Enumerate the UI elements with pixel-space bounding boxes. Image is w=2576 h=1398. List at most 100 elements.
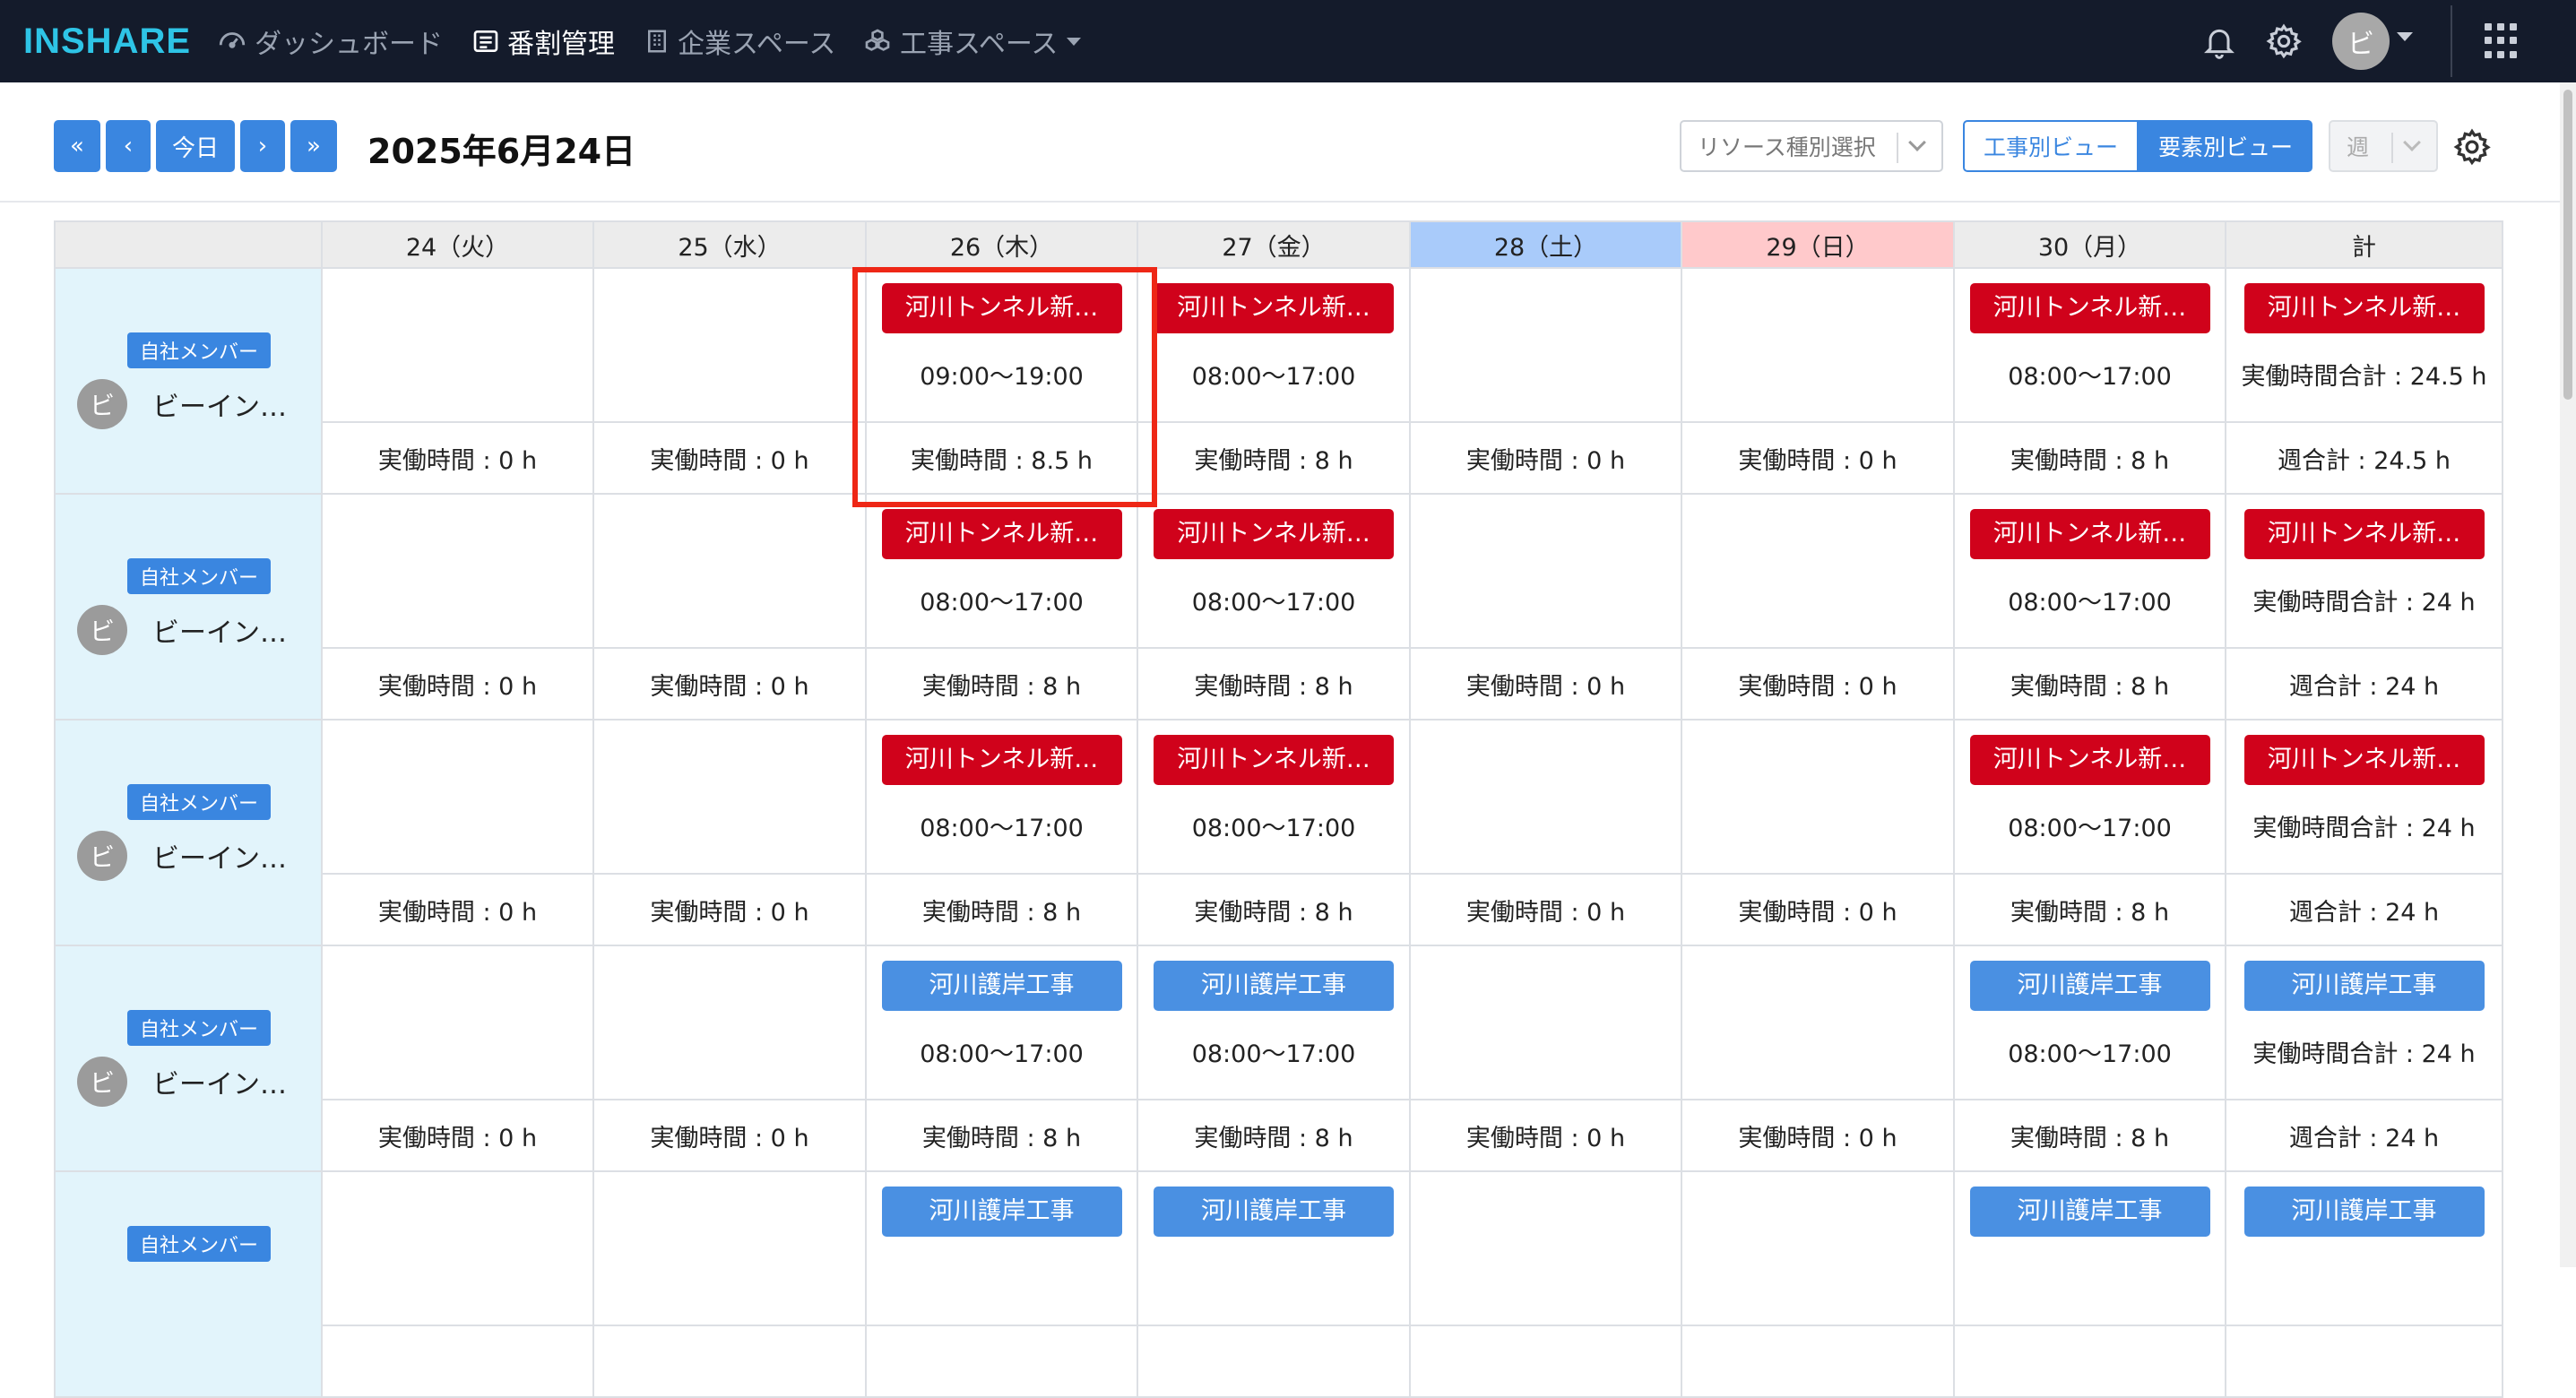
bell-icon[interactable]: [2198, 20, 2241, 63]
element-view-button[interactable]: 要素別ビュー: [2139, 120, 2312, 172]
scrollbar-thumb[interactable]: [2563, 90, 2572, 400]
schedule-cell[interactable]: 河川トンネル新… 09:00〜19:00: [865, 267, 1138, 423]
column-header: [54, 220, 323, 269]
weekly-total-cell[interactable]: 河川トンネル新… 実働時間合計 : 24 h: [2225, 493, 2503, 649]
schedule-cell[interactable]: [592, 945, 867, 1100]
next-week-button[interactable]: ›: [240, 120, 285, 172]
weekly-total-cell[interactable]: 河川護岸工事 実働時間合計 : 24 h: [2225, 945, 2503, 1100]
first-week-button[interactable]: «: [54, 120, 100, 172]
project-chip[interactable]: 河川護岸工事: [1154, 1187, 1394, 1237]
project-chip[interactable]: 河川護岸工事: [881, 1187, 1122, 1237]
project-chip[interactable]: 河川トンネル新…: [881, 283, 1122, 333]
settings-gear-icon[interactable]: [2451, 125, 2494, 168]
actual-hours-cell: 実働時間 : 0 h: [1409, 1099, 1682, 1172]
schedule-cell[interactable]: [1681, 719, 1955, 875]
work-time-text: 08:00〜17:00: [920, 1040, 1084, 1068]
schedule-row: 自社メンバービビーイン… 河川トンネル新… 09:00〜19:00 河川トンネル新… 0…: [54, 267, 2503, 495]
member-name[interactable]: ビーイン…: [152, 610, 287, 650]
project-chip[interactable]: 河川トンネル新…: [2243, 735, 2485, 785]
schedule-cell[interactable]: [321, 493, 594, 649]
project-chip[interactable]: 河川トンネル新…: [1969, 283, 2210, 333]
schedule-cell[interactable]: 河川護岸工事 08:00〜17:00: [1137, 945, 1411, 1100]
user-menu-caret-icon[interactable]: [2397, 32, 2413, 41]
schedule-cell[interactable]: 河川トンネル新… 08:00〜17:00: [1137, 267, 1411, 423]
schedule-cell[interactable]: 河川トンネル新… 08:00〜17:00: [1953, 493, 2226, 649]
period-select[interactable]: 週: [2329, 120, 2438, 172]
apps-grid-icon[interactable]: [2485, 23, 2520, 59]
today-button[interactable]: 今日: [156, 120, 235, 172]
project-chip[interactable]: 河川トンネル新…: [1154, 509, 1394, 559]
schedule-cell[interactable]: [592, 719, 867, 875]
schedule-cell[interactable]: 河川トンネル新… 08:00〜17:00: [865, 719, 1138, 875]
schedule-cell[interactable]: [1409, 719, 1682, 875]
schedule-cell[interactable]: [1681, 1170, 1955, 1326]
project-view-button[interactable]: 工事別ビュー: [1963, 120, 2139, 172]
user-avatar[interactable]: ビ: [2332, 13, 2390, 70]
schedule-cell[interactable]: [1681, 267, 1955, 423]
project-chip[interactable]: 河川護岸工事: [2243, 1187, 2485, 1237]
schedule-cell[interactable]: 河川護岸工事 08:00〜17:00: [865, 945, 1138, 1100]
schedule-cell[interactable]: [1681, 493, 1955, 649]
project-chip[interactable]: 河川トンネル新…: [881, 735, 1122, 785]
prev-week-button[interactable]: ‹: [106, 120, 151, 172]
member-avatar: ビ: [77, 831, 127, 881]
work-time-text: 08:00〜17:00: [2008, 1040, 2172, 1068]
schedule-row: 自社メンバービビーイン… 河川護岸工事 08:00〜17:00 河川護岸工事 08:00…: [54, 945, 2503, 1172]
schedule-cell[interactable]: [1409, 945, 1682, 1100]
schedule-cell[interactable]: 河川護岸工事: [1953, 1170, 2226, 1326]
schedule-cell[interactable]: 河川トンネル新… 08:00〜17:00: [1953, 267, 2226, 423]
schedule-cell[interactable]: [321, 267, 594, 423]
actual-hours-cell: 実働時間 : 0 h: [1681, 647, 1955, 721]
schedule-cell[interactable]: [1681, 945, 1955, 1100]
weekly-total-cell[interactable]: 河川護岸工事: [2225, 1170, 2503, 1326]
last-week-button[interactable]: »: [290, 120, 337, 172]
column-header: 26（木）: [865, 220, 1138, 269]
schedule-cell[interactable]: 河川トンネル新… 08:00〜17:00: [1137, 719, 1411, 875]
weekly-total-cell[interactable]: 河川トンネル新… 実働時間合計 : 24.5 h: [2225, 267, 2503, 423]
weekly-total-cell[interactable]: 河川トンネル新… 実働時間合計 : 24 h: [2225, 719, 2503, 875]
project-chip[interactable]: 河川護岸工事: [1154, 961, 1394, 1011]
project-chip[interactable]: 河川護岸工事: [881, 961, 1122, 1011]
schedule-cell[interactable]: 河川護岸工事: [865, 1170, 1138, 1326]
schedule-cell[interactable]: [592, 267, 867, 423]
nav-scheduling[interactable]: 番割管理: [471, 20, 615, 63]
project-chip[interactable]: 河川トンネル新…: [2243, 509, 2485, 559]
project-chip[interactable]: 河川トンネル新…: [1969, 735, 2210, 785]
building-icon: [648, 30, 666, 53]
schedule-cell[interactable]: 河川護岸工事: [1137, 1170, 1411, 1326]
project-chip[interactable]: 河川トンネル新…: [2243, 283, 2485, 333]
schedule-cell[interactable]: [1409, 493, 1682, 649]
schedule-cell[interactable]: [321, 719, 594, 875]
schedule-cell[interactable]: [321, 945, 594, 1100]
schedule-cell[interactable]: [321, 1170, 594, 1326]
member-name[interactable]: ビーイン…: [152, 836, 287, 876]
schedule-cell[interactable]: 河川トンネル新… 08:00〜17:00: [1953, 719, 2226, 875]
project-chip[interactable]: 河川護岸工事: [1969, 961, 2210, 1011]
project-chip[interactable]: 河川トンネル新…: [1154, 283, 1394, 333]
total-hours-text: 実働時間合計 : 24 h: [2252, 589, 2476, 617]
schedule-cell[interactable]: 河川トンネル新… 08:00〜17:00: [1137, 493, 1411, 649]
project-chip[interactable]: 河川護岸工事: [2243, 961, 2485, 1011]
nav-company-space[interactable]: 企業スペース: [644, 20, 835, 63]
nav-construction-space[interactable]: 工事スペース: [862, 20, 1082, 63]
project-chip[interactable]: 河川護岸工事: [1969, 1187, 2210, 1237]
schedule-cell[interactable]: 河川トンネル新… 08:00〜17:00: [865, 493, 1138, 649]
resource-type-select[interactable]: リソース種別選択: [1680, 120, 1943, 172]
schedule-cell[interactable]: [592, 493, 867, 649]
nav-scheduling-label: 番割管理: [507, 29, 615, 60]
select-divider: [2391, 133, 2393, 163]
schedule-cell[interactable]: 河川護岸工事 08:00〜17:00: [1953, 945, 2226, 1100]
project-chip[interactable]: 河川トンネル新…: [1969, 509, 2210, 559]
member-name[interactable]: ビーイン…: [152, 384, 287, 424]
gear-icon[interactable]: [2262, 20, 2305, 63]
schedule-cell[interactable]: [1409, 267, 1682, 423]
schedule-cell[interactable]: [592, 1170, 867, 1326]
actual-hours-cell: 実働時間 : 0 h: [1681, 421, 1955, 495]
schedule-cell[interactable]: [1409, 1170, 1682, 1326]
schedule-row: 自社メンバービビーイン… 河川トンネル新… 08:00〜17:00 河川トンネル新… 0…: [54, 719, 2503, 946]
project-chip[interactable]: 河川トンネル新…: [881, 509, 1122, 559]
project-chip[interactable]: 河川トンネル新…: [1154, 735, 1394, 785]
app-logo[interactable]: INSHARE: [23, 22, 191, 61]
nav-dashboard[interactable]: ダッシュボード: [217, 20, 443, 63]
member-name[interactable]: ビーイン…: [152, 1062, 287, 1101]
